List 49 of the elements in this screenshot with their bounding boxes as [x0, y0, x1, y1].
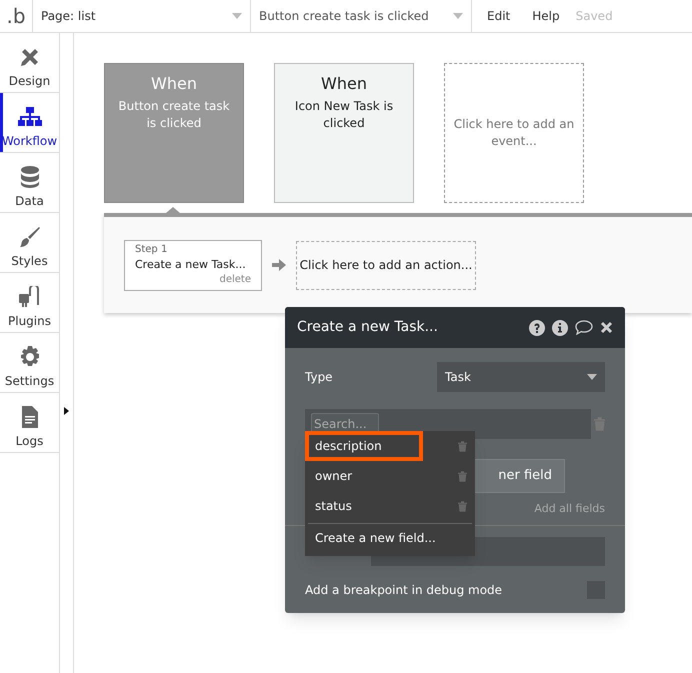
- page-dropdown[interactable]: Page: list: [33, 0, 251, 32]
- trash-icon[interactable]: [594, 417, 605, 431]
- comment-icon[interactable]: [575, 320, 593, 335]
- event-description: Icon New Task is clicked: [294, 98, 394, 132]
- trash-icon[interactable]: [458, 441, 467, 452]
- sidebar-item[interactable]: Workflow: [0, 93, 59, 153]
- info-icon[interactable]: [552, 320, 568, 336]
- event-heading: When: [151, 74, 197, 94]
- brush-icon: [18, 226, 40, 248]
- close-icon[interactable]: [600, 321, 613, 334]
- trash-icon[interactable]: [458, 471, 467, 482]
- sitemap-icon: [18, 107, 42, 127]
- expand-arrow-icon: [64, 407, 69, 415]
- add-action-box[interactable]: Click here to add an action...: [296, 240, 476, 290]
- create-field-item[interactable]: Create a new field...: [305, 524, 475, 552]
- sidebar-item[interactable]: Design: [0, 33, 59, 93]
- dropdown-item[interactable]: status: [305, 491, 475, 521]
- document-icon: [22, 406, 38, 428]
- menu-item[interactable]: Edit: [487, 7, 510, 25]
- help-icon[interactable]: [529, 320, 545, 336]
- event-heading: When: [321, 74, 367, 94]
- sidebar-item[interactable]: Settings: [0, 333, 59, 393]
- breakpoint-label: Add a breakpoint in debug mode: [305, 582, 502, 598]
- caret-icon: [587, 374, 597, 380]
- type-dropdown[interactable]: Task: [437, 362, 605, 392]
- logo[interactable]: .b: [0, 0, 33, 32]
- step-title: Create a new Task...: [135, 256, 247, 272]
- arrow-icon: [272, 259, 286, 271]
- sidebar-item[interactable]: Plugins: [0, 273, 59, 333]
- sidebar-item[interactable]: Styles: [0, 213, 59, 273]
- event-description: Button create task is clicked: [117, 98, 231, 132]
- settings-icon: [18, 346, 40, 368]
- step-number: Step 1: [135, 242, 168, 256]
- delete-link[interactable]: delete: [219, 272, 251, 286]
- save-status: Saved: [576, 8, 613, 25]
- caret-icon: [453, 13, 463, 19]
- sidebar-item[interactable]: Data: [0, 153, 59, 213]
- event-dropdown[interactable]: Button create task is clicked: [251, 0, 472, 32]
- plug-icon: [18, 286, 40, 308]
- menu-item[interactable]: Help: [532, 7, 560, 25]
- add-event-box[interactable]: Click here to add an event...: [444, 63, 584, 203]
- trash-icon[interactable]: [458, 501, 467, 512]
- type-label: Type: [305, 369, 333, 386]
- step-card[interactable]: Step 1 Create a new Task... delete: [124, 240, 262, 290]
- caret-icon: [232, 13, 242, 19]
- event-card[interactable]: When Icon New Task is clicked: [274, 63, 414, 203]
- sidebar-item[interactable]: Logs: [0, 393, 59, 453]
- dialog-title: Create a new Task...: [297, 318, 438, 337]
- database-icon: [20, 166, 38, 188]
